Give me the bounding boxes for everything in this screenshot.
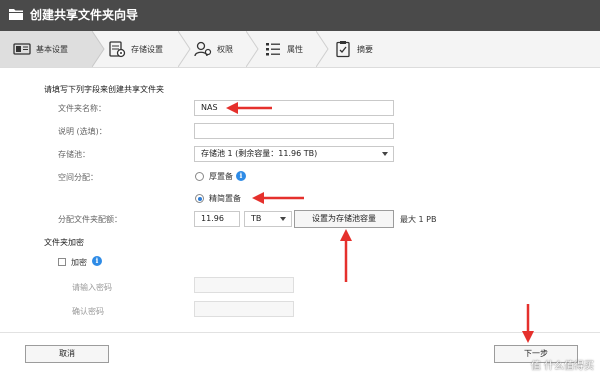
max-size-note: 最大 1 PB bbox=[400, 215, 437, 224]
folder-name-label: 文件夹名称： bbox=[58, 104, 106, 113]
password-label: 请输入密码 bbox=[72, 283, 112, 292]
annotation-arrow-set-capacity bbox=[340, 229, 352, 282]
step-separator-chevron bbox=[316, 31, 329, 67]
step-label: 基本设置 bbox=[36, 44, 68, 54]
folder-name-input[interactable]: NAS bbox=[194, 100, 394, 116]
step-basic-settings[interactable]: 基本设置 bbox=[0, 31, 92, 67]
encrypt-info-icon[interactable]: i bbox=[92, 256, 102, 266]
step-separator-chevron bbox=[92, 31, 105, 67]
step-label: 摘要 bbox=[357, 44, 373, 54]
storage-settings-icon bbox=[109, 41, 126, 58]
folder-name-value: NAS bbox=[201, 103, 218, 112]
properties-list-icon bbox=[266, 43, 280, 56]
storage-pool-select[interactable]: 存储池 1 (剩余容量：11.96 TB) bbox=[194, 146, 394, 162]
step-storage-settings[interactable]: 存储设置 bbox=[108, 31, 163, 67]
general-settings-icon bbox=[13, 43, 31, 55]
chevron-down-icon bbox=[280, 217, 286, 221]
space-allocation-label: 空间分配： bbox=[58, 173, 98, 182]
step-separator-chevron bbox=[178, 31, 191, 67]
window-titlebar: 创建共享文件夹向导 bbox=[0, 0, 600, 31]
encrypt-label: 加密 bbox=[71, 258, 87, 267]
set-to-pool-capacity-button[interactable]: 设置为存储池容量 bbox=[294, 210, 394, 228]
step-label: 权限 bbox=[217, 44, 233, 54]
form-heading: 请填写下列字段来创建共享文件夹 bbox=[44, 85, 164, 94]
size-unit-select[interactable]: TB bbox=[244, 211, 292, 227]
thick-info-icon[interactable]: i bbox=[236, 171, 246, 181]
storage-pool-label: 存储池： bbox=[58, 150, 90, 159]
encrypt-checkbox[interactable] bbox=[58, 258, 66, 266]
password-input[interactable] bbox=[194, 277, 294, 293]
thin-provisioning-radio[interactable] bbox=[195, 194, 204, 203]
encryption-section-title: 文件夹加密 bbox=[44, 238, 84, 247]
summary-clipboard-icon bbox=[336, 41, 350, 58]
step-properties[interactable]: 属性 bbox=[264, 31, 303, 67]
wizard-step-bar: 基本设置 存储设置 权限 属性 摘要 bbox=[0, 31, 600, 68]
thick-provisioning-radio[interactable] bbox=[195, 172, 204, 181]
cancel-button[interactable]: 取消 bbox=[25, 345, 109, 363]
step-summary[interactable]: 摘要 bbox=[334, 31, 373, 67]
description-label: 说明 (选填)： bbox=[58, 127, 107, 136]
annotation-arrow-thin-provisioning bbox=[252, 192, 304, 204]
allocated-size-value: 11.96 bbox=[201, 214, 224, 223]
watermark: 值 什么值得买 bbox=[530, 361, 594, 372]
size-unit-value: TB bbox=[251, 214, 262, 223]
allocated-size-input[interactable]: 11.96 bbox=[194, 211, 240, 227]
annotation-arrow-next bbox=[522, 304, 534, 343]
confirm-password-label: 确认密码 bbox=[72, 307, 104, 316]
user-permission-icon bbox=[194, 41, 212, 57]
thin-provisioning-label: 精简置备 bbox=[209, 194, 241, 203]
step-separator-chevron bbox=[246, 31, 259, 67]
description-input[interactable] bbox=[194, 123, 394, 139]
step-label: 属性 bbox=[287, 44, 303, 54]
window-title: 创建共享文件夹向导 bbox=[30, 8, 139, 22]
allocated-size-label: 分配文件夹配额： bbox=[58, 215, 122, 224]
step-permissions[interactable]: 权限 bbox=[194, 31, 233, 67]
confirm-password-input[interactable] bbox=[194, 301, 294, 317]
chevron-down-icon bbox=[382, 152, 388, 156]
footer-divider bbox=[0, 332, 600, 333]
folder-icon bbox=[9, 9, 23, 20]
thick-provisioning-label: 厚置备 bbox=[209, 172, 233, 181]
step-label: 存储设置 bbox=[131, 44, 163, 54]
storage-pool-value: 存储池 1 (剩余容量：11.96 TB) bbox=[201, 149, 318, 158]
